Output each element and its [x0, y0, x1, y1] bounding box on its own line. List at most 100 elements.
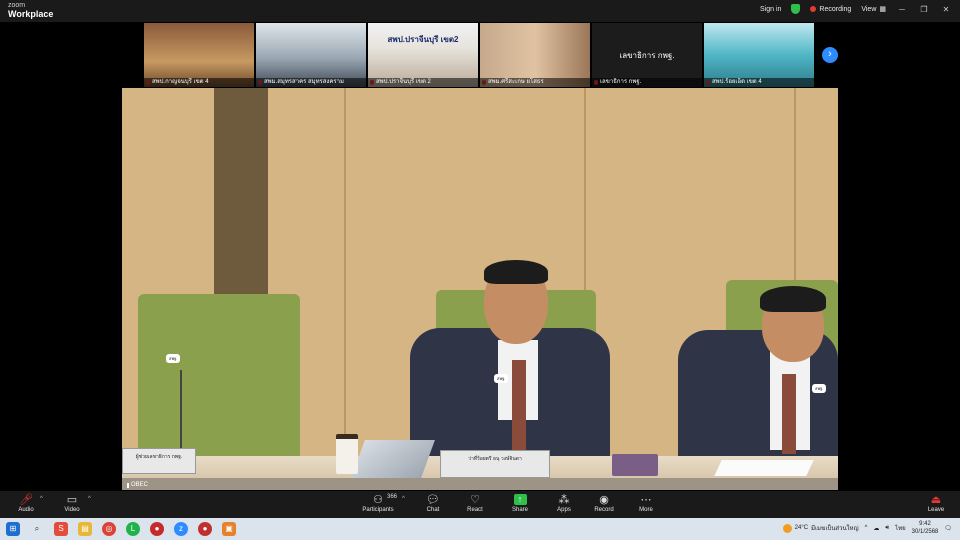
wall-shadow [214, 88, 268, 298]
video-button[interactable]: ▭ Video [52, 493, 92, 513]
screen-recorder-icon[interactable]: ● [198, 522, 212, 536]
office-icon[interactable]: S [54, 522, 68, 536]
view-button[interactable]: View ▦ [861, 5, 886, 14]
system-tray: 24°C มีเมฆเป็นส่วนใหญ่ ^ ☁ 🔊︎ ไทย 9:42 3… [782, 520, 952, 536]
mic-tag: สพฐ. [166, 354, 181, 363]
temperature: 24°C [794, 525, 809, 531]
show-hidden-icons-chevron-icon[interactable]: ^ [865, 525, 868, 531]
app-icon[interactable]: ▣ [222, 522, 236, 536]
source-label: OBEC [124, 482, 148, 488]
participants-label: Participants [362, 507, 394, 513]
participant-thumbnail[interactable]: สพม.สมุทรสาคร สมุทรสงคราม [256, 23, 366, 87]
documents [714, 460, 814, 476]
participant-thumbnail[interactable]: สพป.ร้อยเอ็ด เขต 4 [704, 23, 814, 87]
tissue-box [612, 454, 658, 476]
volume-icon[interactable]: 🔊︎ [885, 525, 889, 532]
notifications-icon[interactable]: 🗨︎ [944, 525, 952, 532]
close-icon[interactable]: ✕ [940, 5, 952, 14]
participant-name: สพม.ศรีสะเกษ ยโสธร [480, 78, 590, 87]
recording-dot-icon [810, 6, 817, 12]
microphone-stand [180, 370, 182, 456]
language-indicator[interactable]: ไทย [895, 523, 906, 533]
more-label: More [639, 507, 653, 513]
more-button[interactable]: ⋯ More [626, 493, 666, 513]
weather-sun-icon [782, 523, 792, 533]
react-button[interactable]: ♡ React [455, 493, 495, 513]
participant-thumbnails: สพป.กาญจนบุรี เขต 4 สพม.สมุทรสาคร สมุทรส… [144, 23, 814, 87]
brand-zoom: zoom [8, 2, 26, 9]
video-label: Video [64, 507, 80, 513]
recording-indicator[interactable]: Recording [810, 6, 851, 13]
sign-in-link[interactable]: Sign in [760, 6, 781, 13]
apps-label: Apps [557, 507, 571, 513]
video-options-chevron-icon[interactable]: ^ [88, 496, 91, 502]
windows-start-icon[interactable]: ⊞ [6, 522, 20, 536]
source-text: OBEC [131, 482, 149, 488]
app-icon[interactable]: ● [150, 522, 164, 536]
video-caption: สพป.ปราจีนบุรี เขต2 [387, 35, 459, 44]
mic-tag: สพฐ. [812, 384, 827, 393]
leave-icon: ⏏ [930, 494, 942, 506]
next-page-arrow-icon[interactable]: › [822, 47, 838, 63]
audio-label: Audio [18, 507, 34, 513]
chat-button[interactable]: 💬︎ Chat [413, 493, 453, 513]
network-icon[interactable]: ☁ [873, 525, 879, 532]
apps-icon: ⁂ [558, 494, 570, 506]
participant-name: สพป.กาญจนบุรี เขต 4 [144, 78, 254, 87]
restore-icon[interactable]: ❐ [918, 5, 930, 14]
participant-name: สพป.ร้อยเอ็ด เขต 4 [704, 78, 814, 87]
clock-time: 9:42 [919, 521, 931, 527]
audio-options-chevron-icon[interactable]: ^ [40, 496, 43, 502]
chair-left [138, 294, 300, 464]
record-button[interactable]: ◉ Record [584, 493, 624, 513]
signal-icon [124, 482, 129, 488]
grid-view-icon: ▦ [879, 6, 886, 13]
participant-name: เลขาธิการ กพฐ. [592, 78, 702, 87]
share-label: Share [511, 507, 528, 513]
recording-label: Recording [819, 5, 852, 13]
clock-date: 30/1/2568 [911, 529, 939, 535]
windows-taskbar: ⊞ ⌕ S ▤ ◎ L ● z ● ▣ 24°C มีเมฆเป็นส่วนให… [0, 518, 960, 540]
heart-icon: ♡ [470, 494, 480, 506]
weather-text: มีเมฆเป็นส่วนใหญ่ [811, 526, 859, 532]
video-camera-icon: ▭ [66, 494, 78, 506]
file-explorer-icon[interactable]: ▤ [78, 522, 92, 536]
view-label: View [861, 5, 877, 13]
participants-options-chevron-icon[interactable]: ^ [402, 496, 405, 502]
minimize-icon[interactable]: ─ [896, 5, 908, 14]
apps-button[interactable]: ⁂ Apps [544, 493, 584, 513]
nameplate-left: ผู้ช่วยเลขาธิการ กพฐ. [122, 448, 196, 474]
brand-workplace: Workplace [8, 9, 54, 19]
react-label: React [467, 507, 483, 513]
nameplate-center: ว่าที่ร้อยตรี ธนุ วงษ์จินดา [440, 450, 550, 478]
participant-thumbnail[interactable]: สพป.กาญจนบุรี เขต 4 [144, 23, 254, 87]
participant-thumbnail[interactable]: สพป.ปราจีนบุรี เขต2 สพป.ปราจีนบุรี เขต 2 [368, 23, 478, 87]
zoom-workplace-logo: zoom Workplace [8, 2, 53, 19]
share-button[interactable]: ↑ Share [500, 493, 540, 513]
title-bar: zoom Workplace Sign in Recording View ▦ … [0, 0, 960, 22]
leave-button[interactable]: ⏏ Leave [916, 493, 956, 513]
participant-thumbnail[interactable]: สพม.ศรีสะเกษ ยโสธร [480, 23, 590, 87]
clock[interactable]: 9:42 30/1/2568 [912, 520, 939, 536]
video-off-caption: เลขาธิการ กพฐ. [619, 51, 675, 60]
share-screen-icon: ↑ [513, 494, 527, 505]
participant-thumbnail[interactable]: เลขาธิการ กพฐ. เลขาธิการ กพฐ. [592, 23, 702, 87]
main-speaker-video[interactable]: สพฐ. สพฐ. สพฐ. ผู้ช่วยเลขาธิการ กพฐ. ว่า… [122, 88, 838, 490]
coffee-cup [336, 434, 358, 474]
desk-edge [122, 478, 838, 490]
participants-count: 366 [387, 494, 398, 500]
zoom-taskbar-icon[interactable]: z [174, 522, 188, 536]
laptop [351, 440, 435, 478]
chat-icon: 💬︎ [426, 494, 440, 506]
leave-label: Leave [927, 507, 945, 513]
security-shield-icon[interactable] [791, 4, 801, 14]
line-icon[interactable]: L [126, 522, 140, 536]
wall-panel-seam [344, 88, 346, 490]
meeting-toolbar: 🎤︎ Audio ^ ▭ Video ^ ⚇ Participants 366 … [0, 491, 960, 518]
record-label: Record [594, 507, 614, 513]
weather-widget[interactable]: 24°C มีเมฆเป็นส่วนใหญ่ [782, 523, 859, 533]
chrome-icon[interactable]: ◎ [102, 522, 116, 536]
participant-name: สพป.ปราจีนบุรี เขต 2 [368, 78, 478, 87]
search-icon[interactable]: ⌕ [30, 522, 44, 536]
participant-name: สพม.สมุทรสาคร สมุทรสงคราม [256, 78, 366, 87]
